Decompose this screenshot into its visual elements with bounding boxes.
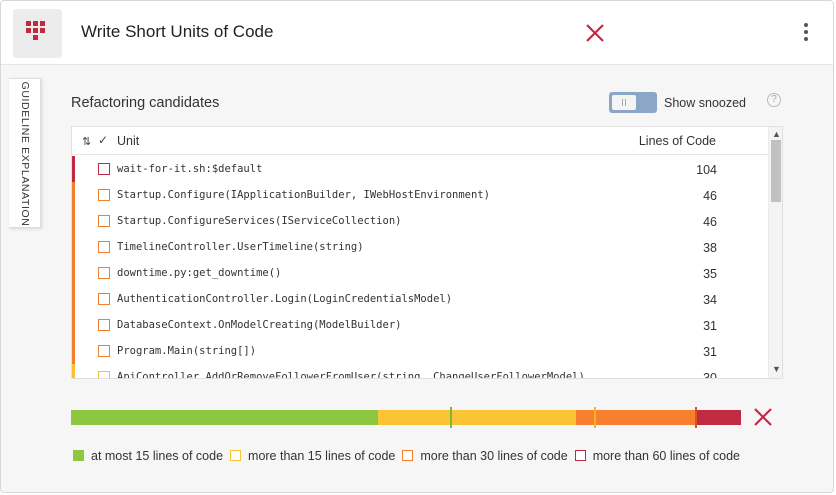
distribution-segment-red bbox=[696, 410, 741, 425]
unit-name: downtime.py:get_downtime() bbox=[117, 267, 282, 279]
check-icon[interactable]: ✓ bbox=[98, 133, 108, 147]
row-checkbox[interactable] bbox=[98, 241, 110, 253]
threshold-marker bbox=[450, 407, 453, 428]
table-row[interactable]: Startup.ConfigureServices(IServiceCollec… bbox=[72, 208, 768, 234]
lines-of-code: 104 bbox=[696, 163, 717, 177]
lines-of-code: 31 bbox=[703, 345, 717, 359]
table-header: ⇅ ✓ Unit Lines of Code bbox=[72, 127, 768, 155]
unit-name: wait-for-it.sh:$default bbox=[117, 163, 263, 175]
row-checkbox[interactable] bbox=[98, 371, 110, 378]
column-header-loc[interactable]: Lines of Code bbox=[639, 134, 716, 148]
table-row[interactable]: TimelineController.UserTimeline(string) 3… bbox=[72, 234, 768, 260]
table-row[interactable]: ApiController.AddOrRemoveFollowerFromUse… bbox=[72, 364, 768, 379]
distribution-bar bbox=[71, 407, 741, 428]
close-icon[interactable] bbox=[584, 22, 606, 44]
legend-label: more than 60 lines of code bbox=[592, 449, 741, 463]
row-checkbox[interactable] bbox=[98, 215, 110, 227]
row-checkbox[interactable] bbox=[98, 189, 110, 201]
legend-item: at most 15 lines of code bbox=[73, 449, 223, 463]
sort-icon[interactable]: ⇅ bbox=[82, 135, 91, 148]
legend-swatch bbox=[402, 450, 414, 461]
unit-name: Startup.Configure(IApplicationBuilder, I… bbox=[117, 189, 490, 201]
unit-name: DatabaseContext.OnModelCreating(ModelBui… bbox=[117, 319, 402, 331]
table-body: wait-for-it.sh:$default 104 Startup.Config… bbox=[72, 156, 768, 379]
guideline-card: Write Short Units of Code GUIDELINE EXPL… bbox=[0, 0, 834, 493]
more-vert-icon[interactable] bbox=[798, 23, 814, 45]
unit-name: Program.Main(string[]) bbox=[117, 345, 257, 357]
threshold-marker bbox=[593, 407, 596, 428]
legend-swatch bbox=[230, 450, 242, 461]
column-header-unit[interactable]: Unit bbox=[117, 134, 139, 148]
lines-of-code: 31 bbox=[703, 319, 717, 333]
row-checkbox[interactable] bbox=[98, 163, 110, 175]
distribution-segment-yellow bbox=[377, 410, 577, 425]
row-checkbox[interactable] bbox=[98, 293, 110, 305]
logo bbox=[13, 9, 62, 58]
table-row[interactable]: DatabaseContext.OnModelCreating(ModelBui… bbox=[72, 312, 768, 338]
lines-of-code: 30 bbox=[703, 371, 717, 379]
unit-name: AuthenticationController.Login(LoginCred… bbox=[117, 293, 453, 305]
table-row[interactable]: downtime.py:get_downtime() 35 bbox=[72, 260, 768, 286]
table-row[interactable]: Program.Main(string[]) 31 bbox=[72, 338, 768, 364]
unit-name: ApiController.AddOrRemoveFollowerFromUse… bbox=[117, 371, 585, 379]
scroll-down-icon[interactable]: ▼ bbox=[772, 364, 781, 374]
legend-label: more than 15 lines of code bbox=[248, 449, 396, 463]
guideline-explanation-tab[interactable]: GUIDELINE EXPLANATION bbox=[9, 78, 41, 228]
row-checkbox[interactable] bbox=[98, 319, 110, 331]
help-icon[interactable]: ? bbox=[767, 93, 781, 107]
section-title: Refactoring candidates bbox=[71, 95, 220, 111]
scrollbar-thumb[interactable] bbox=[771, 140, 781, 202]
show-snoozed-label: Show snoozed bbox=[664, 96, 747, 110]
unit-name: Startup.ConfigureServices(IServiceCollec… bbox=[117, 215, 402, 227]
legend: at most 15 lines of code more than 15 lin… bbox=[73, 447, 747, 463]
table-row[interactable]: AuthenticationController.Login(LoginCred… bbox=[72, 286, 768, 312]
table-scrollbar[interactable]: ▲ ▼ bbox=[768, 127, 782, 378]
legend-label: more than 30 lines of code bbox=[420, 449, 568, 463]
table-row[interactable]: wait-for-it.sh:$default 104 bbox=[72, 156, 768, 182]
row-checkbox[interactable] bbox=[98, 267, 110, 279]
grid-logo-icon bbox=[26, 21, 45, 40]
unit-name: TimelineController.UserTimeline(string) bbox=[117, 241, 364, 253]
page-title: Write Short Units of Code bbox=[81, 22, 274, 41]
table-row[interactable]: Startup.Configure(IApplicationBuilder, I… bbox=[72, 182, 768, 208]
lines-of-code: 46 bbox=[703, 215, 717, 229]
candidates-table: ⇅ ✓ Unit Lines of Code wait-for-it.sh:$d… bbox=[71, 126, 783, 379]
distribution-segment-green bbox=[71, 410, 378, 425]
lines-of-code: 34 bbox=[703, 293, 717, 307]
legend-label: at most 15 lines of code bbox=[91, 449, 224, 463]
lines-of-code: 46 bbox=[703, 189, 717, 203]
legend-item: more than 30 lines of code bbox=[402, 449, 568, 463]
legend-swatch bbox=[73, 450, 84, 461]
card-header: Write Short Units of Code bbox=[1, 1, 833, 65]
show-snoozed-toggle[interactable] bbox=[609, 92, 657, 113]
scroll-up-icon[interactable]: ▲ bbox=[772, 129, 781, 139]
legend-item: more than 60 lines of code bbox=[574, 449, 741, 463]
side-tab-label: GUIDELINE EXPLANATION bbox=[19, 81, 31, 227]
row-checkbox[interactable] bbox=[98, 345, 110, 357]
toggle-knob bbox=[612, 95, 636, 110]
close-icon[interactable] bbox=[753, 407, 773, 427]
threshold-marker bbox=[695, 407, 698, 428]
legend-item: more than 15 lines of code bbox=[230, 449, 395, 463]
lines-of-code: 38 bbox=[703, 241, 717, 255]
lines-of-code: 35 bbox=[703, 267, 717, 281]
legend-swatch bbox=[574, 450, 586, 461]
